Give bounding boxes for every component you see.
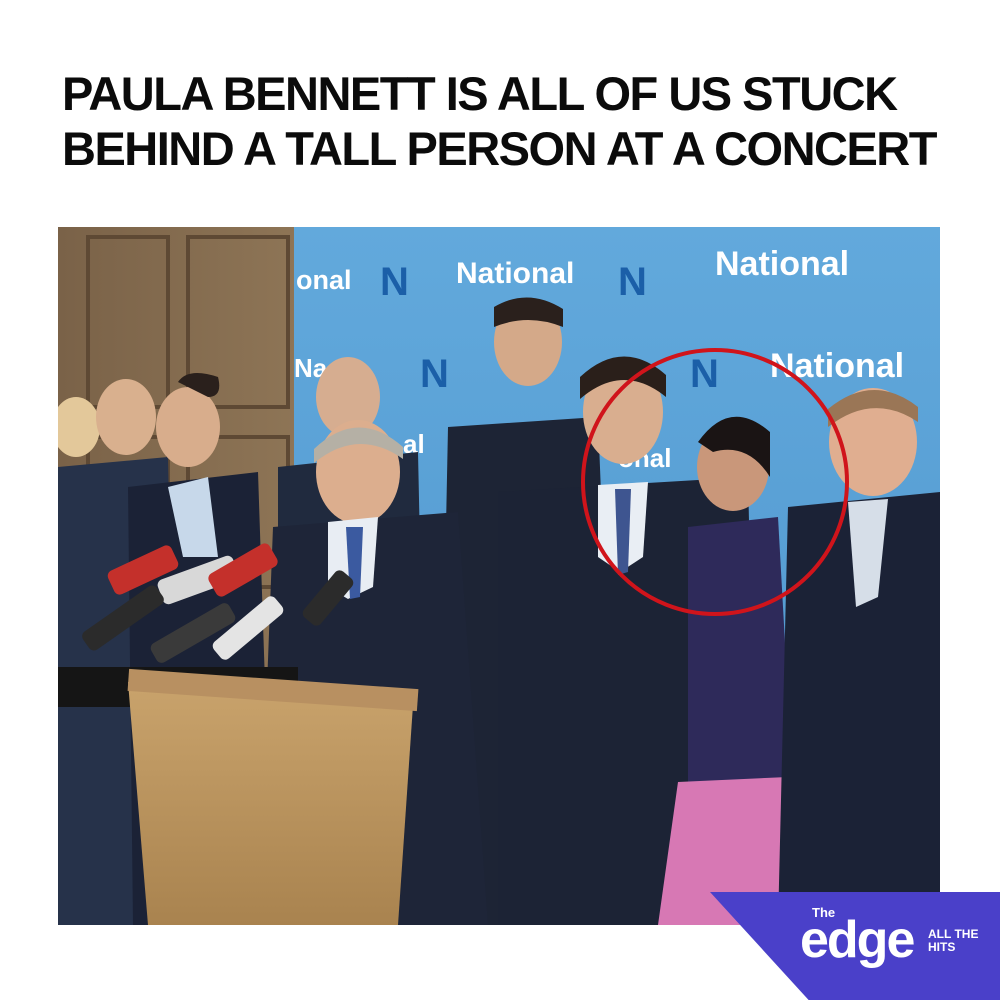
headline-line-2: BEHIND A TALL PERSON AT A CONCERT [62,122,937,175]
brand-word: edge [800,911,915,969]
backdrop-text: National [456,257,574,290]
national-logo-icon: N [618,260,647,304]
national-logo-icon: N [420,352,449,396]
backdrop-text: National [770,347,904,385]
national-logo-icon: N [380,260,409,304]
headline: PAULA BENNETT IS ALL OF US STUCK BEHIND … [62,66,962,176]
backdrop-text: onal [296,265,352,295]
backdrop-text: National [715,245,849,283]
the-edge-logo: The edge ALL THE HITS [710,892,1000,1000]
press-conference-photo: onal N National N National Na al N N Nat… [58,227,940,925]
podium [128,682,413,925]
national-logo-icon: N [690,352,719,396]
brand-tagline: ALL THE HITS [928,927,979,954]
headline-line-1: PAULA BENNETT IS ALL OF US STUCK [62,67,898,120]
